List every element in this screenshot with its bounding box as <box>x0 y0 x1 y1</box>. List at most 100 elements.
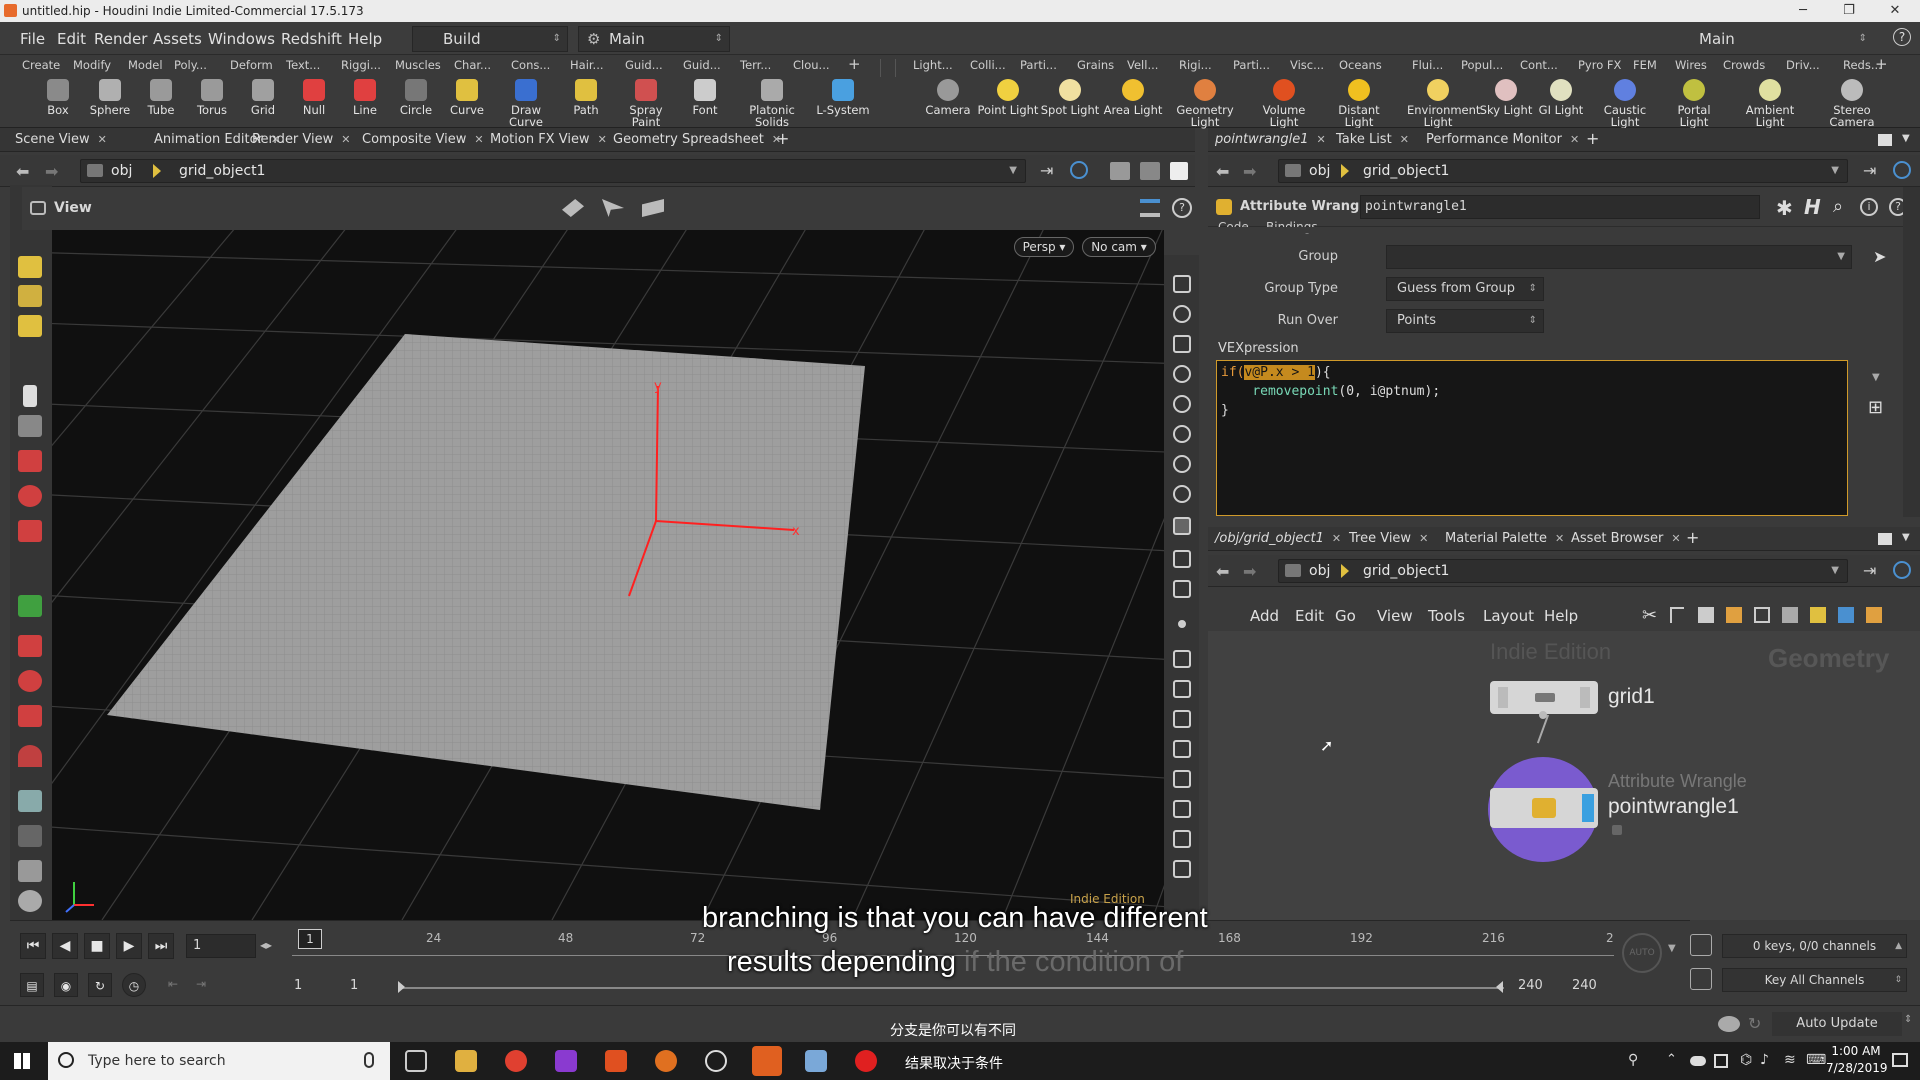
path-node[interactable]: grid_object1 <box>1363 560 1449 582</box>
camera-view-icon[interactable] <box>1173 517 1191 535</box>
menu-assets[interactable]: Assets <box>153 30 202 48</box>
menu-tools[interactable]: Tools <box>1428 607 1465 625</box>
search-icon[interactable]: ⌕ <box>1833 196 1843 217</box>
menu-windows[interactable]: Windows <box>208 30 275 48</box>
link-icon[interactable] <box>1893 161 1911 179</box>
shelf-tool-tube[interactable]: Tube <box>134 79 188 116</box>
shelf-tab[interactable]: Parti... <box>1020 58 1057 72</box>
add-shelf-icon[interactable]: + <box>1875 55 1888 73</box>
chevron-down-icon[interactable]: ▼ <box>1831 560 1839 582</box>
shelf-tool-spray-paint[interactable]: Spray Paint <box>619 79 673 128</box>
add-tab-icon[interactable]: + <box>1686 528 1699 547</box>
camera-dolly-icon[interactable] <box>642 199 664 217</box>
back-arrow-icon[interactable]: ⬅ <box>1216 162 1229 181</box>
tray-chevron-icon[interactable]: ⌃ <box>1666 1052 1677 1067</box>
shelf-tab[interactable]: Muscles <box>395 58 441 72</box>
handles-icon[interactable] <box>1173 860 1191 878</box>
step-icon[interactable]: ◂▸ <box>260 938 272 952</box>
chevron-down-icon[interactable]: ▼ <box>1668 943 1676 954</box>
fps-icon[interactable]: ◷ <box>122 973 146 997</box>
info-icon[interactable]: i <box>1860 198 1878 216</box>
path-root[interactable]: obj <box>1309 560 1330 582</box>
add-tab-icon[interactable]: + <box>1586 129 1599 148</box>
menu-add[interactable]: Add <box>1250 607 1279 625</box>
shadow-icon[interactable] <box>1173 485 1191 503</box>
chevron-down-icon[interactable]: ▼ <box>1831 160 1839 182</box>
shelf-tab[interactable]: Pyro FX <box>1578 58 1621 72</box>
path-field[interactable]: obj grid_object1 ▼ <box>1278 159 1848 183</box>
houdini-help-icon[interactable]: H <box>1804 195 1821 219</box>
magnet-icon[interactable] <box>18 670 42 692</box>
pointwrangle1-node-name[interactable]: pointwrangle1 <box>1608 795 1739 819</box>
grid-view-icon[interactable] <box>1726 607 1742 623</box>
people-icon[interactable]: ⚲ <box>1628 1052 1638 1068</box>
light-icon[interactable] <box>1173 455 1191 473</box>
shelf-tool-point-light[interactable]: Point Light <box>977 79 1039 116</box>
tab-network-path[interactable]: /obj/grid_object1 ✕ <box>1215 531 1341 546</box>
camera-button[interactable]: No cam ▾ <box>1082 237 1156 257</box>
shelf-tab[interactable]: Vell... <box>1127 58 1158 72</box>
context-selector[interactable]: ⚙ Main ⇕ <box>578 26 730 52</box>
close-icon[interactable]: ✕ <box>1671 532 1680 545</box>
shelf-tool-platonic-solids[interactable]: Platonic Solids <box>745 79 799 128</box>
realtime-toggle-icon[interactable]: ↻ <box>88 973 112 997</box>
shelf-tool-gi-light[interactable]: GI Light <box>1530 79 1592 116</box>
network-editor[interactable]: Add Edit Go View Tools Layout Help ✂ Ind… <box>1208 599 1920 920</box>
range-end[interactable]: 240 <box>1572 978 1597 993</box>
auto-update-menu[interactable]: Auto Update <box>1772 1012 1902 1036</box>
shelf-tool-curve[interactable]: Curve <box>440 79 494 116</box>
pointwrangle1-node[interactable] <box>1490 788 1598 828</box>
link-icon[interactable] <box>1070 161 1088 179</box>
select-arrow-icon[interactable]: ➤ <box>1873 247 1886 266</box>
shelf-tab[interactable]: Flui... <box>1412 58 1443 72</box>
scene-viewport[interactable]: y x Persp ▾ No cam ▾ Indie Edition <box>52 230 1164 920</box>
shelf-tab[interactable]: Rigi... <box>1179 58 1212 72</box>
group-field[interactable]: ▼ <box>1386 245 1852 269</box>
tab-asset-browser[interactable]: Asset Browser ✕ <box>1571 531 1681 546</box>
grid1-node-name[interactable]: grid1 <box>1608 685 1655 709</box>
shelf-tab[interactable]: Modify <box>73 58 111 72</box>
clock-time[interactable]: 1:00 AM <box>1826 1044 1886 1058</box>
task-view-icon[interactable] <box>405 1050 427 1072</box>
shelf-tab[interactable]: FEM <box>1633 58 1657 72</box>
shelf-tool-line[interactable]: Line <box>338 79 392 116</box>
sphere-tool-icon[interactable] <box>18 890 42 912</box>
lighting-icon[interactable] <box>1173 425 1191 443</box>
close-icon[interactable]: ✕ <box>1332 532 1341 545</box>
path-field[interactable]: obj grid_object1 ▼ <box>80 159 1026 183</box>
path-root[interactable]: obj <box>111 160 132 182</box>
play-icon[interactable]: ▶ <box>116 933 142 959</box>
minimize-button[interactable]: ─ <box>1780 0 1826 22</box>
chrome-icon[interactable] <box>505 1050 527 1072</box>
menu-view[interactable]: View <box>1377 607 1413 625</box>
brush-icon[interactable] <box>1173 740 1191 758</box>
playback-start[interactable]: 1 <box>350 978 358 993</box>
tab-take-list[interactable]: Take List ✕ <box>1336 132 1409 147</box>
close-icon[interactable]: ✕ <box>1419 532 1428 545</box>
current-frame-field[interactable]: 1 <box>186 934 256 958</box>
shelf-tool-spot-light[interactable]: Spot Light <box>1039 79 1101 116</box>
maximize-button[interactable]: ❐ <box>1826 0 1872 22</box>
template-icon[interactable] <box>1173 580 1191 598</box>
display-options-icon[interactable] <box>1110 162 1130 180</box>
stop-icon[interactable]: ■ <box>84 933 110 959</box>
shelf-tool-camera[interactable]: Camera <box>917 79 979 116</box>
tab-performance-monitor[interactable]: Performance Monitor ✕ <box>1426 132 1579 147</box>
shelf-tool-box[interactable]: Box <box>31 79 85 116</box>
pin-icon[interactable]: ⇥ <box>1863 161 1876 180</box>
shelf-tool-font[interactable]: Font <box>678 79 732 116</box>
node-display-flag[interactable] <box>1582 794 1594 822</box>
clock-date[interactable]: 7/28/2019 <box>1826 1061 1888 1075</box>
tab-motion-fx-view[interactable]: Motion FX View ✕ <box>490 132 607 147</box>
pin-icon[interactable]: ⇥ <box>1040 161 1053 180</box>
menu-edit[interactable]: Edit <box>1295 607 1324 625</box>
range-slider[interactable] <box>402 987 1504 989</box>
persp-button[interactable]: Persp ▾ <box>1014 237 1074 257</box>
pick-icon[interactable] <box>1173 680 1191 698</box>
orbit-icon[interactable] <box>18 825 42 847</box>
shelf-tab[interactable]: Text... <box>286 58 320 72</box>
jump-end-icon[interactable]: ⏭ <box>148 933 174 959</box>
back-arrow-icon[interactable]: ⬅ <box>16 162 29 181</box>
image-icon[interactable] <box>1838 607 1854 623</box>
shelf-tab[interactable]: Riggi... <box>341 58 381 72</box>
